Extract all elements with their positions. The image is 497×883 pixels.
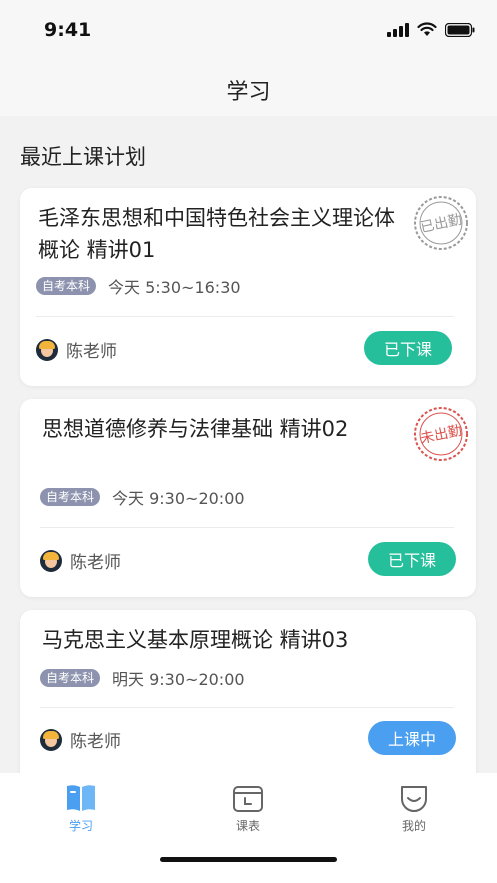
calendar-icon: [233, 786, 263, 812]
wifi-icon: [417, 22, 437, 36]
stamp-text: 未出勤: [419, 423, 463, 447]
class-meta: 自考本科 明天 9:30~20:00: [40, 666, 245, 690]
tab-mine[interactable]: 我的: [374, 783, 454, 834]
teacher-info: 陈老师: [40, 548, 121, 573]
class-title: 思想道德修养与法律基础 精讲02: [42, 417, 349, 441]
class-card[interactable]: 毛泽东思想和中国特色社会主义理论体概论 精讲01 已出勤 自考本科 今天 5:3…: [20, 188, 476, 386]
teacher-name: 陈老师: [70, 553, 121, 573]
teacher-name: 陈老师: [66, 342, 117, 362]
class-time: 今天 9:30~20:00: [112, 489, 245, 508]
class-status-button[interactable]: 已下课: [364, 331, 452, 365]
nav-bar: 学习: [0, 60, 497, 116]
tab-bar: 学习 课表 我的: [0, 773, 497, 883]
divider: [36, 316, 454, 317]
class-title: 毛泽东思想和中国特色社会主义理论体概论 精讲01: [38, 206, 395, 262]
tab-schedule[interactable]: 课表: [208, 783, 288, 834]
teacher-info: 陈老师: [36, 337, 117, 362]
section-title: 最近上课计划: [20, 145, 146, 169]
class-meta: 自考本科 今天 9:30~20:00: [40, 485, 245, 509]
class-time: 明天 9:30~20:00: [112, 670, 245, 689]
teacher-name: 陈老师: [70, 732, 121, 752]
stamp-text: 已出勤: [419, 212, 463, 236]
teacher-info: 陈老师: [40, 727, 121, 752]
class-meta: 自考本科 今天 5:30~16:30: [36, 274, 241, 298]
battery-icon: [445, 22, 475, 37]
category-tag: 自考本科: [40, 669, 101, 687]
status-bar: 9:41: [0, 0, 497, 60]
page-title: 学习: [226, 80, 271, 105]
tab-label: 学习: [68, 819, 93, 833]
class-card[interactable]: 思想道德修养与法律基础 精讲02 未出勤 自考本科 今天 9:30~20:00 …: [20, 399, 476, 597]
class-time: 今天 5:30~16:30: [108, 278, 241, 297]
avatar: [40, 728, 62, 751]
attendance-stamp-icon: 未出勤: [414, 407, 468, 461]
class-card[interactable]: 马克思主义基本原理概论 精讲03 自考本科 明天 9:30~20:00 陈老师 …: [20, 610, 476, 790]
tab-label: 课表: [235, 819, 260, 833]
avatar: [40, 549, 62, 572]
divider: [40, 527, 454, 528]
status-time: 9:41: [44, 19, 92, 41]
class-status-button[interactable]: 上课中: [368, 721, 456, 755]
class-status-button[interactable]: 已下课: [368, 542, 456, 576]
avatar: [36, 338, 58, 361]
tab-study[interactable]: 学习: [41, 783, 121, 834]
tab-label: 我的: [401, 819, 426, 833]
attendance-stamp-icon: 已出勤: [414, 196, 468, 250]
home-indicator: [160, 857, 337, 862]
status-icons: [387, 22, 475, 37]
category-tag: 自考本科: [36, 277, 97, 295]
cellular-signal-icon: [387, 22, 409, 37]
divider: [40, 707, 454, 708]
category-tag: 自考本科: [40, 488, 101, 506]
smile-face-icon: [401, 786, 427, 812]
book-icon: [67, 785, 95, 811]
class-title: 马克思主义基本原理概论 精讲03: [42, 628, 349, 652]
